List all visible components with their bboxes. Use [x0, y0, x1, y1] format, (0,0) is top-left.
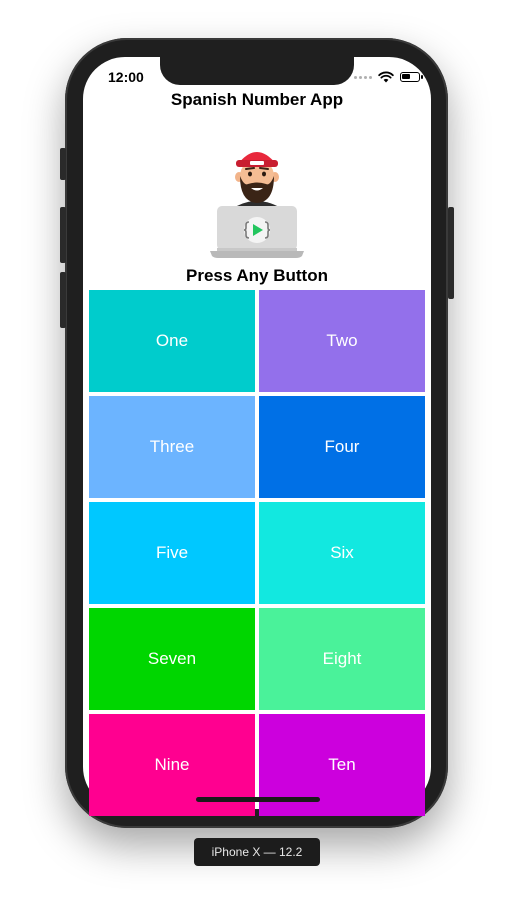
power-button [448, 207, 454, 299]
volume-up-button [60, 207, 66, 263]
simulator-stage: 12:00 Spanish Number App Press Any Butto… [0, 0, 514, 902]
button-one[interactable]: One [89, 290, 255, 392]
prompt-text: Press Any Button [185, 266, 328, 285]
status-time: 12:00 [108, 69, 144, 85]
notch [160, 57, 354, 85]
app-title: Spanish Number App [170, 90, 344, 109]
number-button-grid: One Two Three Four Five Six Seven Eight … [89, 290, 425, 816]
signal-dots-icon [354, 75, 372, 79]
wifi-icon [378, 71, 394, 83]
button-three[interactable]: Three [89, 396, 255, 498]
battery-icon [400, 72, 423, 82]
simulator-device-label: iPhone X — 12.2 [194, 838, 320, 866]
ring-switch [60, 148, 66, 180]
button-four[interactable]: Four [259, 396, 425, 498]
home-indicator[interactable] [196, 797, 320, 802]
button-two[interactable]: Two [259, 290, 425, 392]
status-icons [354, 70, 423, 84]
button-eight[interactable]: Eight [259, 608, 425, 710]
button-five[interactable]: Five [89, 502, 255, 604]
button-seven[interactable]: Seven [89, 608, 255, 710]
button-six[interactable]: Six [259, 502, 425, 604]
bearded-developer-laptop-icon [210, 152, 304, 258]
volume-down-button [60, 272, 66, 328]
